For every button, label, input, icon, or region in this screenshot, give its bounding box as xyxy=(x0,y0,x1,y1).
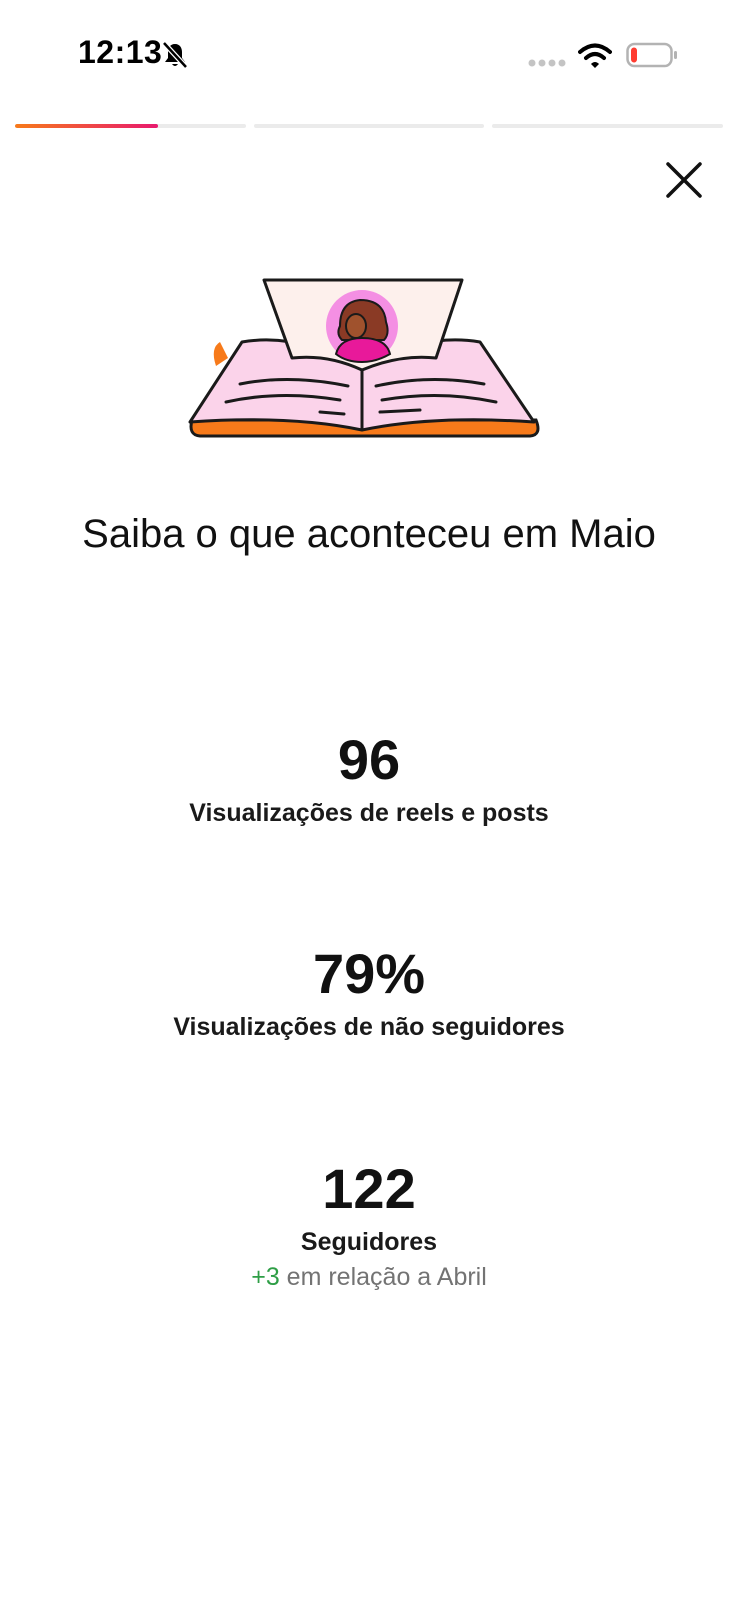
bell-slash-icon xyxy=(162,41,188,69)
stat-compare-text: em relação a Abril xyxy=(279,1263,487,1291)
story-progress xyxy=(15,124,724,128)
stat-delta: +3 xyxy=(251,1263,280,1291)
battery-icon xyxy=(626,42,677,68)
stat-label: Seguidores xyxy=(300,1228,438,1256)
story-progress-segment xyxy=(492,124,724,128)
stat-views: 96 Visualizações de reels e posts xyxy=(0,728,738,830)
story-progress-segment xyxy=(253,124,485,128)
page-title: Saiba o que aconteceu em Maio xyxy=(82,512,656,556)
stat-followers: 122 Seguidores +3 em relação a Abril xyxy=(0,1157,738,1295)
stat-value: 96 xyxy=(337,728,401,791)
signal-icon xyxy=(528,59,566,67)
stat-label: Visualizações de não seguidores xyxy=(173,1013,565,1041)
stat-comparison: +3 em relação a Abril xyxy=(0,1259,738,1295)
status-bar: 12:13 xyxy=(0,0,738,110)
open-book-illustration xyxy=(188,278,540,438)
stat-non-follower-views: 79% Visualizações de não seguidores xyxy=(0,942,738,1044)
wifi-icon xyxy=(578,43,612,68)
close-button[interactable] xyxy=(662,158,706,202)
story-progress-segment xyxy=(15,124,246,128)
stat-value: 79% xyxy=(312,942,426,1005)
stat-value: 122 xyxy=(322,1157,416,1220)
stat-label: Visualizações de reels e posts xyxy=(189,799,549,827)
close-icon xyxy=(666,162,702,198)
status-time: 12:13 xyxy=(78,34,163,70)
story-progress-fill xyxy=(15,124,159,128)
